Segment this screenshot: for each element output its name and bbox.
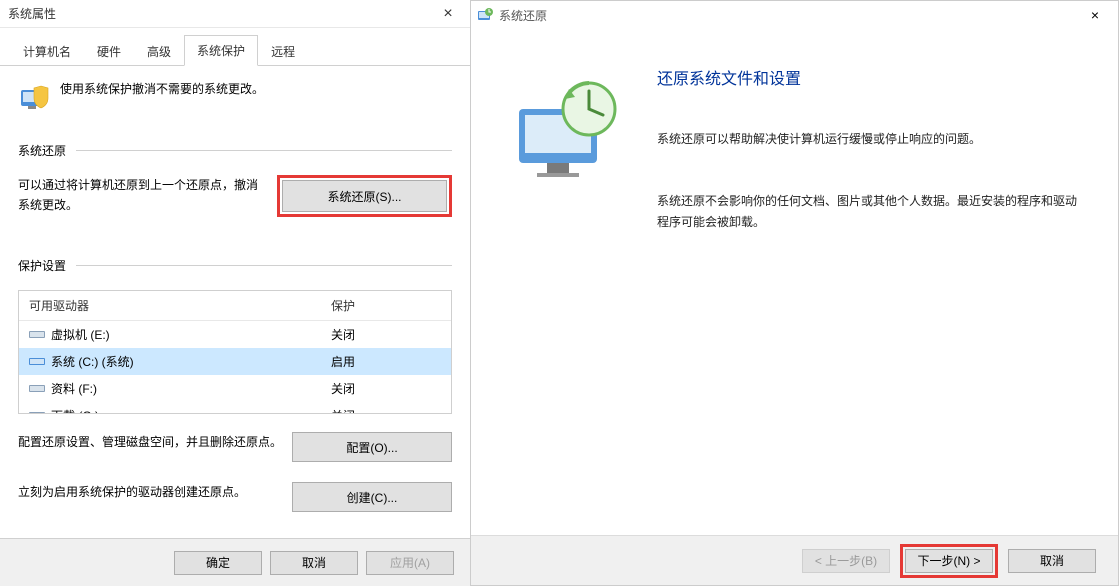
column-protection[interactable]: 保护	[321, 291, 451, 320]
wizard-title: 还原系统文件和设置	[657, 65, 1080, 89]
tab-content: 使用系统保护撤消不需要的系统更改。 系统还原 可以通过将计算机还原到上一个还原点…	[0, 66, 470, 538]
drive-name: 系统 (C:) (系统)	[51, 353, 134, 370]
drive-name: 虚拟机 (E:)	[51, 326, 110, 343]
divider	[76, 265, 452, 266]
ok-button[interactable]: 确定	[174, 551, 262, 575]
system-restore-icon	[477, 7, 493, 23]
wizard-graphic-area	[489, 49, 649, 515]
tab-bar: 计算机名 硬件 高级 系统保护 远程	[0, 28, 470, 66]
tab-advanced[interactable]: 高级	[134, 36, 184, 66]
highlight-system-restore: 系统还原(S)...	[277, 175, 452, 217]
highlight-next: 下一步(N) >	[900, 544, 998, 578]
close-icon[interactable]: ×	[1072, 1, 1118, 29]
drive-name: 资料 (F:)	[51, 380, 97, 397]
disk-icon	[29, 329, 45, 340]
cancel-button[interactable]: 取消	[270, 551, 358, 575]
apply-button[interactable]: 应用(A)	[366, 551, 454, 575]
section-title-protect: 保护设置	[18, 257, 66, 274]
drive-protection: 关闭	[321, 404, 451, 413]
drive-list-header: 可用驱动器 保护	[19, 291, 451, 321]
drive-row[interactable]: 下载 (G:) 关闭	[19, 402, 451, 413]
wizard-text-1: 系统还原可以帮助解决使计算机运行缓慢或停止响应的问题。	[657, 129, 1080, 151]
wizard-text-2: 系统还原不会影响你的任何文档、图片或其他个人数据。最近安装的程序和驱动程序可能会…	[657, 191, 1080, 234]
system-properties-dialog: 系统属性 × 计算机名 硬件 高级 系统保护 远程 使用系统保护撤消不需要的系统…	[0, 0, 471, 586]
wizard-text-area: 还原系统文件和设置 系统还原可以帮助解决使计算机运行缓慢或停止响应的问题。 系统…	[649, 49, 1100, 515]
system-restore-graphic-icon	[509, 69, 629, 189]
system-restore-wizard: 系统还原 × 还原系统文件和设置 系统还原可以帮助解决使计算机运行缓慢或停止响应…	[471, 0, 1119, 586]
drive-protection: 关闭	[321, 323, 451, 346]
tab-remote[interactable]: 远程	[258, 36, 308, 66]
next-button[interactable]: 下一步(N) >	[905, 549, 993, 573]
create-button[interactable]: 创建(C)...	[292, 482, 452, 512]
drive-protection: 关闭	[321, 377, 451, 400]
drive-list-body[interactable]: 虚拟机 (E:) 关闭 系统 (C:) (系统) 启用 资料 (F:)	[19, 321, 451, 413]
column-name[interactable]: 可用驱动器	[19, 291, 321, 320]
drive-protection: 启用	[321, 350, 451, 373]
disk-icon	[29, 383, 45, 394]
window-title: 系统属性	[8, 5, 434, 22]
tab-computer-name[interactable]: 计算机名	[10, 36, 84, 66]
drive-row[interactable]: 虚拟机 (E:) 关闭	[19, 321, 451, 348]
tab-hardware[interactable]: 硬件	[84, 36, 134, 66]
drive-list: 可用驱动器 保护 虚拟机 (E:) 关闭 系统 (C:) (系统) 启用	[18, 290, 452, 414]
window-title: 系统还原	[499, 7, 1072, 24]
drive-row[interactable]: 系统 (C:) (系统) 启用	[19, 348, 451, 375]
wizard-footer: < 上一步(B) 下一步(N) > 取消	[471, 535, 1118, 585]
cancel-button[interactable]: 取消	[1008, 549, 1096, 573]
configure-desc: 配置还原设置、管理磁盘空间，并且删除还原点。	[18, 432, 282, 452]
drive-name: 下载 (G:)	[51, 407, 99, 413]
drive-row[interactable]: 资料 (F:) 关闭	[19, 375, 451, 402]
wizard-body: 还原系统文件和设置 系统还原可以帮助解决使计算机运行缓慢或停止响应的问题。 系统…	[471, 29, 1118, 535]
restore-desc: 可以通过将计算机还原到上一个还原点，撤消系统更改。	[18, 175, 267, 216]
system-restore-button[interactable]: 系统还原(S)...	[282, 180, 447, 212]
create-desc: 立刻为启用系统保护的驱动器创建还原点。	[18, 482, 282, 502]
back-button: < 上一步(B)	[802, 549, 890, 573]
close-icon[interactable]: ×	[434, 5, 462, 23]
section-title-restore: 系统还原	[18, 142, 66, 159]
divider	[76, 150, 452, 151]
tab-system-protection[interactable]: 系统保护	[184, 35, 258, 66]
titlebar: 系统还原 ×	[471, 1, 1118, 29]
disk-icon	[29, 356, 45, 367]
intro-text: 使用系统保护撤消不需要的系统更改。	[60, 80, 264, 97]
dialog-footer: 确定 取消 应用(A)	[0, 538, 470, 586]
disk-icon	[29, 410, 45, 413]
titlebar: 系统属性 ×	[0, 0, 470, 28]
system-protection-icon	[18, 80, 50, 112]
configure-button[interactable]: 配置(O)...	[292, 432, 452, 462]
